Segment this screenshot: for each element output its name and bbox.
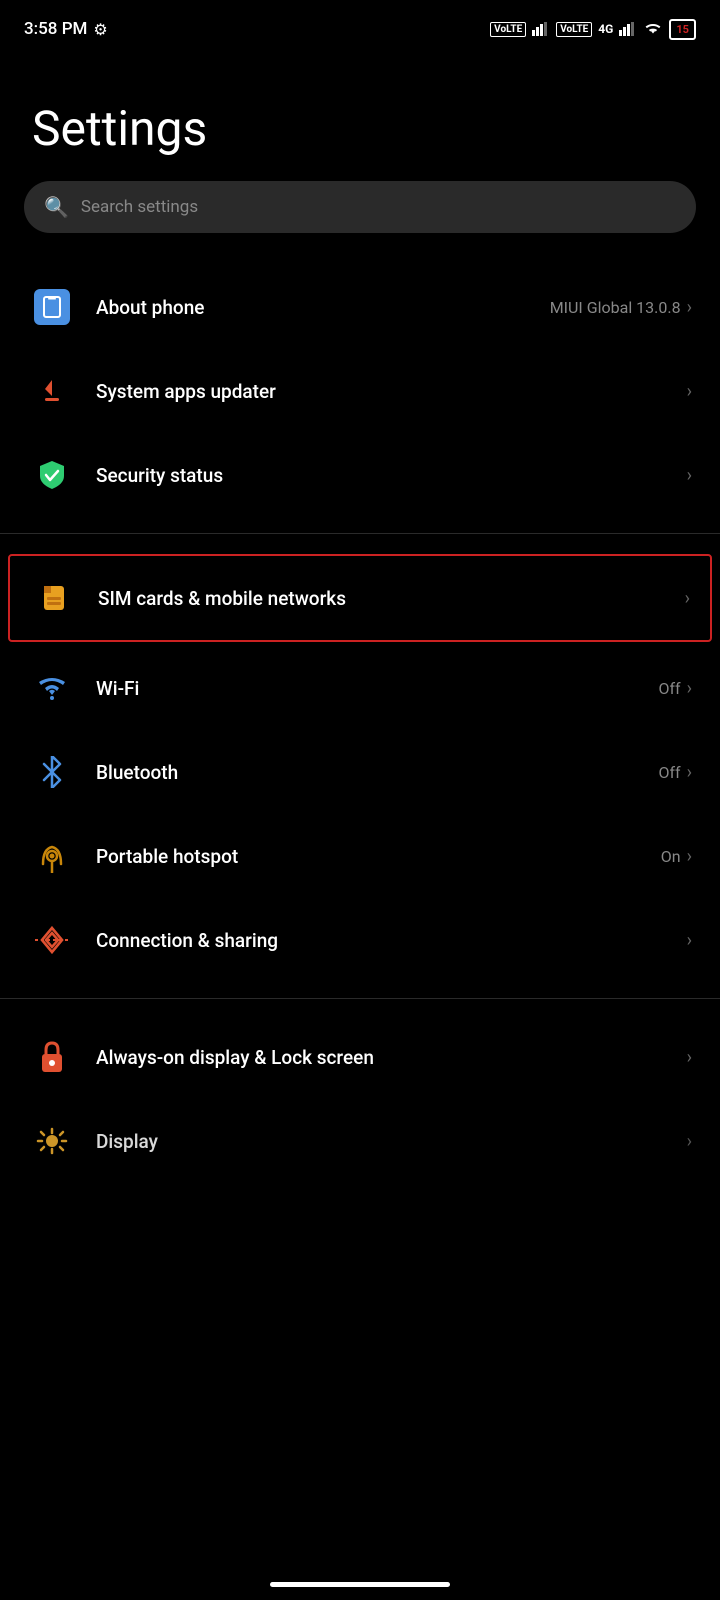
connection-sharing-chevron: › [687, 930, 692, 951]
sim-cards-right: › [685, 588, 690, 609]
search-icon: 🔍 [44, 195, 69, 219]
wifi-right: Off › [658, 678, 692, 699]
bluetooth-chevron: › [687, 762, 692, 783]
display-chevron: › [687, 1131, 692, 1152]
system-apps-updater-content: System apps updater [96, 380, 687, 403]
system-apps-updater-chevron: › [687, 381, 692, 402]
system-apps-updater-right: › [687, 381, 692, 402]
display-content: Display [96, 1130, 687, 1153]
about-phone-content: About phone [96, 296, 550, 319]
display-icon [28, 1117, 76, 1165]
system-apps-updater-icon [28, 367, 76, 415]
section-connectivity: SIM cards & mobile networks › Wi-Fi Off … [0, 542, 720, 990]
4g-label: 4G [598, 22, 613, 36]
display-label: Display [96, 1130, 687, 1153]
time-display: 3:58 PM [24, 19, 87, 39]
settings-item-always-on-display[interactable]: Always-on display & Lock screen › [0, 1015, 720, 1099]
about-phone-label: About phone [96, 296, 550, 319]
settings-item-bluetooth[interactable]: Bluetooth Off › [0, 730, 720, 814]
wifi-value: Off [658, 679, 680, 698]
security-status-icon [28, 451, 76, 499]
section-top: About phone MIUI Global 13.0.8 › System … [0, 257, 720, 525]
security-status-label: Security status [96, 464, 687, 487]
hotspot-content: Portable hotspot [96, 845, 661, 868]
security-status-right: › [687, 465, 692, 486]
status-bar: 3:58 PM ⚙ VoLTE VoLTE 4G 15 [0, 0, 720, 52]
wifi-chevron: › [687, 678, 692, 699]
settings-item-wifi[interactable]: Wi-Fi Off › [0, 646, 720, 730]
always-on-display-content: Always-on display & Lock screen [96, 1046, 687, 1069]
about-phone-right: MIUI Global 13.0.8 › [550, 297, 692, 318]
about-phone-chevron: › [687, 297, 692, 318]
connection-sharing-right: › [687, 930, 692, 951]
status-right: VoLTE VoLTE 4G 15 [490, 19, 696, 40]
phone-icon-shape [34, 289, 70, 325]
volte-icon-1: VoLTE [490, 22, 526, 37]
bluetooth-right: Off › [658, 762, 692, 783]
wifi-label: Wi-Fi [96, 677, 658, 700]
connection-sharing-content: Connection & sharing [96, 929, 687, 952]
battery-box: 15 [669, 19, 696, 40]
search-placeholder-text: Search settings [81, 197, 198, 217]
hotspot-icon [28, 832, 76, 880]
sim-cards-content: SIM cards & mobile networks [98, 587, 685, 610]
hotspot-label: Portable hotspot [96, 845, 661, 868]
volte-icon-2: VoLTE [556, 22, 592, 37]
settings-item-connection-sharing[interactable]: Connection & sharing › [0, 898, 720, 982]
signal-bars-1 [532, 22, 550, 36]
sim-cards-icon [30, 574, 78, 622]
settings-item-sim-cards[interactable]: SIM cards & mobile networks › [8, 554, 712, 642]
search-bar[interactable]: 🔍 Search settings [24, 181, 696, 233]
security-status-chevron: › [687, 465, 692, 486]
about-phone-icon [28, 283, 76, 331]
display-right: › [687, 1131, 692, 1152]
connection-sharing-label: Connection & sharing [96, 929, 687, 952]
always-on-display-chevron: › [687, 1047, 692, 1068]
page-title: Settings [0, 52, 720, 181]
wifi-content: Wi-Fi [96, 677, 658, 700]
bluetooth-label: Bluetooth [96, 761, 658, 784]
hotspot-right: On › [661, 846, 692, 867]
wifi-settings-icon [28, 664, 76, 712]
divider-2 [0, 998, 720, 999]
bluetooth-value: Off [658, 763, 680, 782]
bluetooth-content: Bluetooth [96, 761, 658, 784]
status-left: 3:58 PM ⚙ [24, 19, 108, 39]
home-indicator [270, 1582, 450, 1587]
bottom-nav-bar [0, 1568, 720, 1600]
divider-1 [0, 533, 720, 534]
about-phone-value: MIUI Global 13.0.8 [550, 298, 681, 317]
settings-item-system-apps-updater[interactable]: System apps updater › [0, 349, 720, 433]
sim-cards-label: SIM cards & mobile networks [98, 587, 685, 610]
hotspot-value: On [661, 847, 681, 866]
connection-sharing-icon [28, 916, 76, 964]
sim-cards-chevron: › [685, 588, 690, 609]
wifi-icon [643, 22, 663, 36]
lock-icon [28, 1033, 76, 1081]
system-apps-updater-label: System apps updater [96, 380, 687, 403]
settings-item-about-phone[interactable]: About phone MIUI Global 13.0.8 › [0, 265, 720, 349]
bluetooth-icon [28, 748, 76, 796]
section-display: Always-on display & Lock screen › Displa… [0, 1007, 720, 1213]
settings-item-portable-hotspot[interactable]: Portable hotspot On › [0, 814, 720, 898]
hotspot-chevron: › [687, 846, 692, 867]
settings-item-security-status[interactable]: Security status › [0, 433, 720, 517]
security-status-content: Security status [96, 464, 687, 487]
settings-item-display[interactable]: Display › [0, 1099, 720, 1205]
always-on-display-right: › [687, 1047, 692, 1068]
gear-icon: ⚙ [93, 20, 107, 39]
always-on-display-label: Always-on display & Lock screen [96, 1046, 687, 1069]
signal-bars-2 [619, 22, 637, 36]
